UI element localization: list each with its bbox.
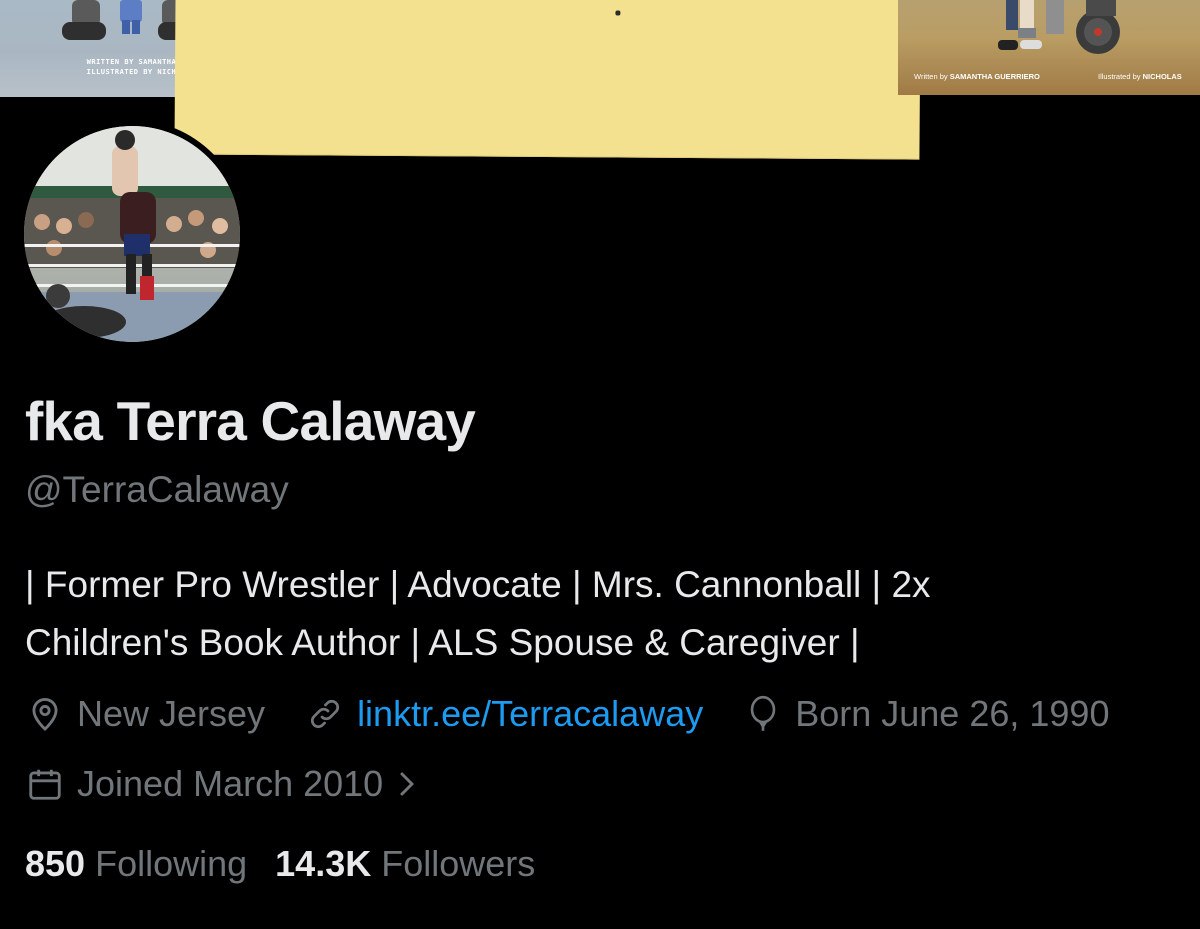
profile-meta-row: New Jersey linktr.ee/Terracalaway Born J… (25, 690, 1109, 738)
follow-stats: 850 Following 14.3K Followers (25, 840, 535, 888)
link-icon (305, 694, 345, 734)
following-count: 850 (25, 843, 86, 884)
illustrator-name: NICHOLAS (1142, 72, 1182, 81)
following-label: Following (95, 843, 248, 884)
location-item: New Jersey (25, 693, 265, 735)
calendar-icon (25, 764, 65, 804)
website-link[interactable]: linktr.ee/Terracalaway (357, 693, 703, 735)
chevron-right-icon[interactable] (399, 769, 417, 799)
display-name: fka Terra Calaway (25, 390, 476, 452)
bio-line: Children's Book Author | ALS Spouse & Ca… (25, 622, 860, 663)
book-writer-credit: Written by SAMANTHA GUERRIERO (914, 72, 1040, 81)
joined-text: Joined March 2010 (77, 763, 384, 804)
website-item[interactable]: linktr.ee/Terracalaway (305, 693, 703, 735)
writer-name: SAMANTHA GUERRIERO (949, 72, 1040, 81)
map-pin-icon (25, 694, 65, 734)
banner-sticky-note (174, 0, 921, 160)
followers-stat[interactable]: 14.3K Followers (275, 843, 535, 885)
banner-book-cover-right: Written by SAMANTHA GUERRIERO Illustrate… (898, 0, 1200, 95)
sticky-note-mark (615, 10, 621, 16)
illustrated-by-prefix: Illustrated by (1098, 72, 1141, 81)
location-text: New Jersey (77, 693, 266, 734)
followers-label: Followers (381, 843, 536, 884)
family-wheelchair-illustration (998, 0, 1120, 54)
joined-item[interactable]: Joined March 2010 (25, 763, 417, 805)
birthday-item: Born June 26, 1990 (743, 693, 1109, 735)
profile-avatar[interactable] (18, 120, 246, 348)
joined-row[interactable]: Joined March 2010 (25, 760, 417, 808)
book-illustrator-credit: Illustrated by NICHOLAS (1098, 72, 1182, 81)
username-handle: @TerraCalaway (25, 469, 289, 510)
written-by-prefix: Written by (914, 72, 948, 81)
balloon-icon (743, 694, 783, 734)
following-stat[interactable]: 850 Following (25, 843, 247, 885)
profile-bio: | Former Pro Wrestler | Advocate | Mrs. … (25, 556, 1175, 672)
bio-line: | Former Pro Wrestler | Advocate | Mrs. … (25, 564, 931, 605)
avatar-wrestling-photo (24, 126, 240, 342)
followers-count: 14.3K (275, 843, 372, 884)
birthday-text: Born June 26, 1990 (795, 693, 1110, 734)
